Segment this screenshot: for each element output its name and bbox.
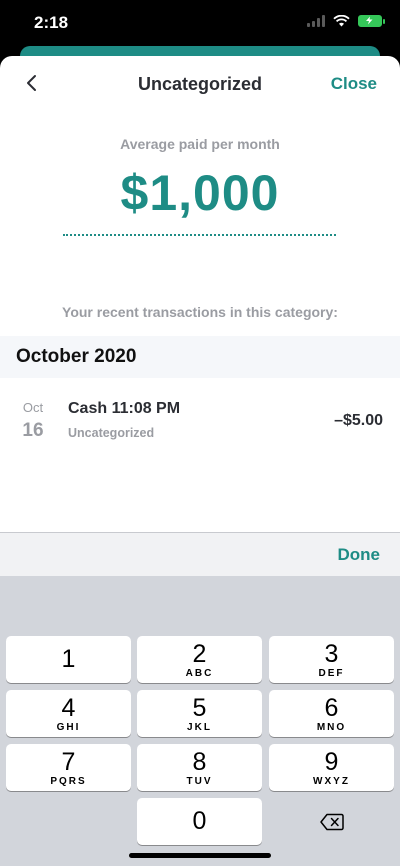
done-button[interactable]: Done	[338, 545, 381, 565]
key-letters: JKL	[187, 722, 212, 733]
key-letters: DEF	[318, 668, 345, 679]
numeric-keyboard: Done 1 2 ABC 3 DEF 4 GHI 5 JKL 6 MNO 7 P…	[0, 532, 400, 866]
month-section-header: October 2020	[0, 336, 400, 378]
key-0[interactable]: 0	[137, 798, 262, 845]
keyboard-accessory-bar: Done	[0, 532, 400, 576]
transaction-month: Oct	[22, 400, 44, 415]
key-6[interactable]: 6 MNO	[269, 690, 394, 737]
key-digit: 2	[192, 640, 207, 668]
key-letters: WXYZ	[313, 776, 350, 787]
key-letters: GHI	[56, 722, 81, 733]
key-digit: 9	[324, 748, 339, 776]
average-amount-input[interactable]: $1,000	[0, 164, 400, 222]
status-time: 2:18	[34, 13, 69, 32]
status-icons	[307, 15, 385, 27]
key-digit: 7	[61, 748, 76, 776]
key-1[interactable]: 1	[6, 636, 131, 683]
transaction-row[interactable]: Oct 16 Cash 11:08 PM Uncategorized –$5.0…	[0, 378, 400, 458]
key-digit: 0	[192, 807, 207, 835]
key-letters: ABC	[185, 668, 214, 679]
month-header-text: October 2020	[16, 346, 137, 367]
close-button[interactable]: Close	[331, 74, 377, 94]
transaction-category: Uncategorized	[68, 426, 155, 440]
navigation-bar: Uncategorized Close	[0, 56, 400, 112]
cellular-signal-icon	[307, 15, 325, 27]
wifi-icon	[333, 15, 350, 27]
key-4[interactable]: 4 GHI	[6, 690, 131, 737]
recent-transactions-label: Your recent transactions in this categor…	[62, 304, 338, 320]
key-3[interactable]: 3 DEF	[269, 636, 394, 683]
status-bar: 2:18	[0, 0, 400, 46]
category-detail-sheet: Uncategorized Close Average paid per mon…	[0, 56, 400, 866]
transaction-amount: –$5.00	[334, 412, 383, 429]
key-digit: 5	[192, 694, 207, 722]
key-5[interactable]: 5 JKL	[137, 690, 262, 737]
key-letters: TUV	[186, 776, 213, 787]
key-2[interactable]: 2 ABC	[137, 636, 262, 683]
key-digit: 4	[61, 694, 76, 722]
key-letters: MNO	[316, 722, 347, 733]
battery-charging-icon	[358, 15, 385, 27]
key-7[interactable]: 7 PQRS	[6, 744, 131, 791]
delete-key[interactable]	[269, 798, 394, 845]
key-letters: PQRS	[50, 776, 87, 787]
average-label: Average paid per month	[120, 136, 280, 152]
key-digit: 3	[324, 640, 339, 668]
key-digit: 1	[61, 645, 76, 673]
key-8[interactable]: 8 TUV	[137, 744, 262, 791]
amount-underline	[63, 234, 336, 236]
key-digit: 6	[324, 694, 339, 722]
key-9[interactable]: 9 WXYZ	[269, 744, 394, 791]
home-indicator	[129, 853, 271, 858]
key-digit: 8	[192, 748, 207, 776]
backspace-icon	[319, 813, 344, 830]
transaction-day: 16	[22, 420, 44, 441]
transaction-name: Cash 11:08 PM	[68, 400, 181, 417]
